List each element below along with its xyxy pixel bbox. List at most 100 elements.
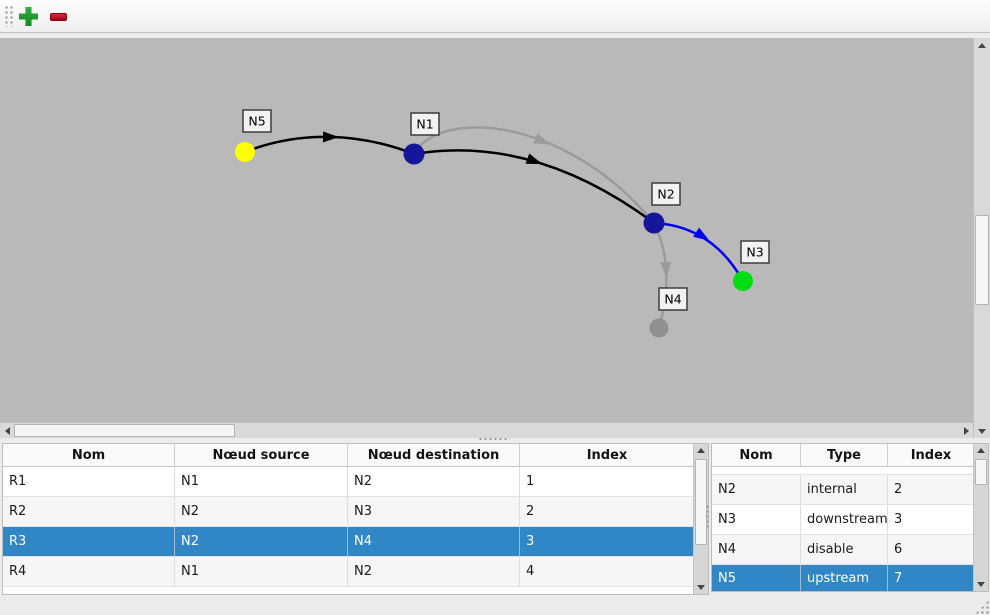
cell-n-ud-destination[interactable]: N2 (348, 557, 520, 586)
scroll-up-button[interactable] (694, 444, 708, 457)
table-row-R3[interactable]: R3N2N43 (3, 527, 708, 557)
node-N5[interactable] (235, 142, 255, 162)
edges-table-body: R1N1N21R2N2N32R3N2N43R4N1N24 (3, 467, 708, 587)
node-N3[interactable] (733, 271, 753, 291)
edge-arrow-icon (526, 153, 545, 169)
scroll-down-button[interactable] (694, 581, 708, 594)
cell-nom[interactable]: N3 (712, 505, 801, 534)
table-row-N4[interactable]: N4disable6 (712, 535, 988, 565)
node-N4[interactable] (650, 319, 669, 338)
table-row-R4[interactable]: R4N1N24 (3, 557, 708, 587)
table-row-N3[interactable]: N3downstream3 (712, 505, 988, 535)
cell-n-ud-source[interactable]: N1 (175, 467, 348, 496)
cell-nom[interactable]: N5 (712, 565, 801, 592)
node-label-N2: N2 (657, 187, 674, 202)
cell-index[interactable]: 6 (888, 535, 975, 564)
cell-nom[interactable]: R3 (3, 527, 175, 556)
graph-canvas[interactable]: N5 N1 N2 N3 N4 (0, 38, 973, 422)
cell-type[interactable]: downstream (801, 505, 888, 534)
cell-index[interactable]: 2 (520, 497, 695, 526)
table-row-R2[interactable]: R2N2N32 (3, 497, 708, 527)
vertical-scroll-thumb[interactable] (975, 215, 989, 305)
node-label-N4: N4 (664, 292, 681, 307)
node-label-N1: N1 (416, 117, 433, 132)
column-header-index[interactable]: Index (888, 444, 975, 466)
up-arrow-icon (977, 448, 985, 453)
cell-type[interactable]: internal (801, 475, 888, 504)
app-window: N5N1N2N3N4 NomNœud sourceNœud destinatio… (0, 0, 990, 615)
table-row-R1[interactable]: R1N1N21 (3, 467, 708, 497)
scroll-thumb[interactable] (695, 459, 707, 545)
cell-nom[interactable]: N2 (712, 475, 801, 504)
column-header-n-ud-destination[interactable]: Nœud destination (348, 444, 520, 466)
canvas-vertical-scrollbar[interactable] (973, 38, 990, 438)
table-row-N5[interactable]: N5upstream7 (712, 565, 988, 592)
scroll-right-button[interactable] (959, 423, 973, 438)
vertical-splitter-handle[interactable] (705, 504, 710, 529)
cell-index[interactable]: 3 (520, 527, 695, 556)
cell-index[interactable]: 1 (520, 467, 695, 496)
column-header-type[interactable]: Type (801, 444, 888, 466)
cell-nom[interactable]: R1 (3, 467, 175, 496)
scroll-up-button[interactable] (974, 38, 990, 52)
cell-n-ud-source[interactable]: N2 (175, 527, 348, 556)
cell-index[interactable]: 7 (888, 565, 975, 592)
column-header-n-ud-source[interactable]: Nœud source (175, 444, 348, 466)
edge-arrow-icon (660, 262, 672, 278)
cell-n-ud-destination[interactable]: N2 (348, 467, 520, 496)
cell-n-ud-destination[interactable]: N4 (348, 527, 520, 556)
node-N1[interactable] (404, 144, 425, 165)
cell-nom[interactable]: N4 (712, 535, 801, 564)
canvas-horizontal-scrollbar[interactable] (0, 422, 973, 438)
edges-table: NomNœud sourceNœud destinationIndex R1N1… (2, 443, 709, 595)
down-arrow-icon (977, 582, 985, 587)
column-header-nom[interactable]: Nom (712, 444, 801, 466)
toolbar-drag-handle[interactable] (4, 5, 15, 27)
scroll-down-button[interactable] (974, 424, 990, 438)
cell-index[interactable]: 4 (520, 557, 695, 586)
edge-arrow-icon (533, 133, 552, 149)
up-arrow-icon (697, 448, 705, 453)
column-header-index[interactable]: Index (520, 444, 695, 466)
node-label-N5: N5 (248, 114, 265, 129)
minus-icon (50, 13, 67, 21)
table-row-N2[interactable]: N2internal2 (712, 475, 988, 505)
cell-n-ud-source[interactable]: N1 (175, 557, 348, 586)
cell-nom[interactable]: R4 (3, 557, 175, 586)
node-label-N3: N3 (746, 245, 763, 260)
edge-N1-N2[interactable] (414, 127, 654, 223)
nodes-table-body: N2internal2N3downstream3N4disable6N5upst… (712, 467, 988, 592)
node-N2[interactable] (644, 213, 665, 234)
down-arrow-icon (697, 585, 705, 590)
cell-type[interactable]: disable (801, 535, 888, 564)
cell-index[interactable]: 3 (888, 505, 975, 534)
horizontal-scroll-thumb[interactable] (14, 424, 235, 437)
cell-index[interactable]: 2 (888, 475, 975, 504)
scroll-thumb[interactable] (975, 459, 987, 485)
cell-n-ud-destination[interactable]: N3 (348, 497, 520, 526)
add-button[interactable] (15, 3, 42, 30)
edge-N2-N4[interactable] (654, 223, 666, 328)
right-arrow-icon (964, 427, 969, 435)
horizontal-splitter-handle[interactable] (478, 437, 510, 441)
down-arrow-icon (978, 429, 986, 434)
cell-n-ud-source[interactable]: N2 (175, 497, 348, 526)
plus-icon (19, 7, 38, 26)
toolbar (0, 0, 990, 33)
left-arrow-icon (5, 427, 10, 435)
edges-table-header: NomNœud sourceNœud destinationIndex (3, 444, 708, 467)
scroll-up-button[interactable] (974, 444, 988, 457)
scroll-left-button[interactable] (0, 423, 14, 438)
cell-type[interactable]: upstream (801, 565, 888, 592)
nodes-table-header: NomTypeIndex (712, 444, 988, 467)
up-arrow-icon (978, 43, 986, 48)
scroll-down-button[interactable] (974, 578, 988, 591)
cell-nom[interactable]: R2 (3, 497, 175, 526)
edge-arrow-icon (323, 131, 339, 142)
graph-svg: N5 N1 N2 N3 N4 (0, 38, 973, 422)
window-resize-grip[interactable] (975, 600, 989, 614)
nodes-table: NomTypeIndex N2internal2N3downstream3N4d… (711, 443, 989, 592)
remove-button[interactable] (45, 3, 72, 30)
nodes-table-scrollbar[interactable] (973, 444, 988, 591)
column-header-nom[interactable]: Nom (3, 444, 175, 466)
